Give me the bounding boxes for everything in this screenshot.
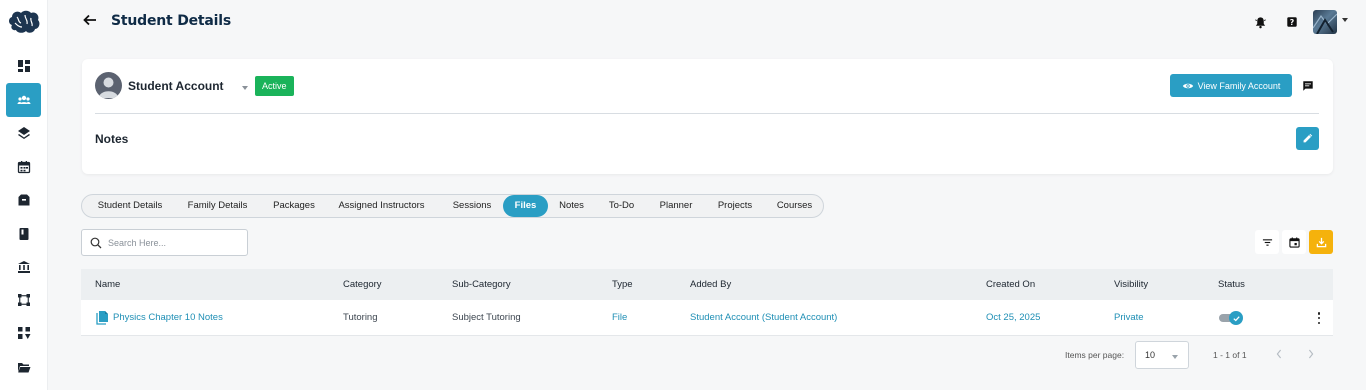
tab-projects[interactable]: Projects: [709, 195, 761, 217]
message-icon: [1303, 81, 1313, 91]
sidebar-item-inventory[interactable]: [6, 183, 41, 217]
filter-icon: [1262, 238, 1272, 246]
column-header-status[interactable]: Status: [1218, 269, 1245, 300]
status-toggle[interactable]: [1217, 311, 1243, 325]
tab-family-details[interactable]: Family Details: [176, 195, 259, 217]
back-arrow-icon[interactable]: [82, 12, 98, 28]
eye-icon: [1182, 83, 1193, 88]
file-visibility: Private: [1114, 312, 1144, 323]
page-range-label: 1 - 1 of 1: [1213, 350, 1247, 360]
account-name[interactable]: Student Account: [128, 79, 224, 93]
workflow-icon: [17, 294, 30, 306]
tab-to-do[interactable]: To-Do: [598, 195, 645, 217]
chevron-down-icon: [1172, 355, 1178, 359]
table-row: Physics Chapter 10 Notes Tutoring Subjec…: [81, 300, 1333, 336]
folder-icon: [17, 363, 30, 373]
tab-sessions[interactable]: Sessions: [434, 195, 510, 217]
users-icon: [17, 95, 30, 104]
items-per-page-label: Items per page:: [1065, 350, 1125, 360]
next-page-button[interactable]: [1304, 346, 1318, 362]
sidebar-item-users[interactable]: [6, 83, 41, 117]
student-avatar: [95, 72, 122, 99]
column-header-name[interactable]: Name: [95, 269, 120, 300]
bell-icon: [1254, 16, 1266, 28]
box-icon: [18, 194, 29, 206]
calendar-icon: [1288, 236, 1300, 248]
file-category: Tutoring: [343, 312, 378, 323]
book-icon: [19, 228, 28, 240]
chevron-down-icon[interactable]: [1342, 18, 1348, 22]
status-badge: Active: [255, 76, 294, 96]
sidebar-item-layers[interactable]: [6, 116, 41, 150]
message-button[interactable]: [1300, 78, 1316, 94]
search-box: [81, 229, 248, 256]
sidebar-item-folders[interactable]: [6, 350, 41, 384]
pencil-icon: [1303, 133, 1313, 143]
sidebar-item-institution[interactable]: [6, 250, 41, 284]
previous-page-button[interactable]: [1272, 346, 1286, 362]
tab-notes[interactable]: Notes: [550, 195, 593, 217]
brain-logo-icon[interactable]: [6, 8, 42, 36]
page-title: Student Details: [111, 13, 231, 29]
bank-icon: [17, 261, 30, 273]
tab-files[interactable]: Files: [503, 195, 548, 217]
column-header-sub-category[interactable]: Sub-Category: [452, 269, 511, 300]
column-header-type[interactable]: Type: [612, 269, 633, 300]
view-family-account-button[interactable]: View Family Account: [1170, 74, 1292, 97]
filter-button[interactable]: [1255, 230, 1279, 254]
sidebar-item-calendar[interactable]: [6, 150, 41, 184]
checkmark-icon: [1229, 311, 1243, 325]
sidebar-item-book[interactable]: [6, 217, 41, 251]
notes-title: Notes: [95, 132, 129, 146]
download-icon: [1316, 237, 1326, 247]
tab-student-details[interactable]: Student Details: [84, 195, 176, 217]
sidebar-item-reports[interactable]: [6, 316, 41, 350]
chevron-left-icon: [1276, 349, 1282, 359]
search-input[interactable]: [108, 230, 243, 255]
chart-down-icon: [17, 327, 30, 339]
table-header: Name Category Sub-Category Type Added By…: [81, 269, 1333, 300]
edit-notes-button[interactable]: [1296, 127, 1319, 150]
column-header-category[interactable]: Category: [343, 269, 382, 300]
view-family-account-label: View Family Account: [1197, 80, 1281, 91]
notifications-button[interactable]: [1249, 11, 1271, 33]
date-filter-button[interactable]: [1282, 230, 1306, 254]
column-header-visibility[interactable]: Visibility: [1114, 269, 1148, 300]
help-button[interactable]: ?: [1281, 11, 1303, 33]
page-size-value: 10: [1145, 350, 1156, 360]
file-created-on: Oct 25, 2025: [986, 312, 1041, 323]
search-icon: [90, 237, 102, 249]
account-card: Student Account Active View Family Accou…: [82, 59, 1333, 174]
tab-courses[interactable]: Courses: [768, 195, 821, 217]
svg-text:?: ?: [1290, 18, 1294, 27]
tab-assigned-instructors[interactable]: Assigned Instructors: [329, 195, 434, 217]
sidebar: [0, 0, 48, 390]
file-sub-category: Subject Tutoring: [452, 312, 521, 323]
layers-icon: [17, 127, 30, 139]
row-actions-menu-icon[interactable]: [1314, 312, 1324, 324]
user-avatar[interactable]: [1313, 10, 1337, 34]
column-header-added-by[interactable]: Added By: [690, 269, 731, 300]
file-name-link[interactable]: Physics Chapter 10 Notes: [113, 300, 223, 335]
file-icon: [96, 311, 108, 325]
calendar-icon: [17, 161, 30, 174]
account-dropdown-chevron-icon[interactable]: [242, 86, 248, 90]
sidebar-item-workflow[interactable]: [6, 283, 41, 317]
page-size-select[interactable]: 10: [1135, 341, 1189, 369]
file-type: File: [612, 312, 628, 323]
tab-bar: Student Details Family Details Packages …: [81, 194, 824, 218]
chevron-right-icon: [1308, 349, 1314, 359]
tab-planner[interactable]: Planner: [651, 195, 701, 217]
card-divider: [95, 113, 1319, 114]
tab-packages[interactable]: Packages: [259, 195, 329, 217]
column-header-created-on[interactable]: Created On: [986, 269, 1035, 300]
sidebar-item-dashboard[interactable]: [6, 49, 41, 83]
file-added-by: Student Account (Student Account): [690, 312, 838, 323]
help-icon: ?: [1287, 17, 1297, 27]
download-button[interactable]: [1309, 230, 1333, 254]
dashboard-icon: [17, 60, 30, 72]
